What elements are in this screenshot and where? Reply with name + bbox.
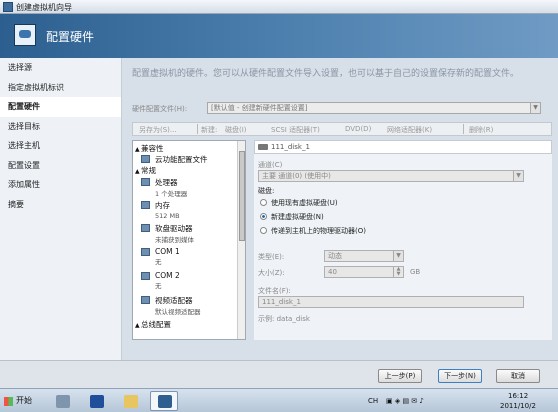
page-title: 配置硬件 xyxy=(46,30,95,44)
radio-create-new[interactable]: 新建虚拟硬盘(N) xyxy=(260,212,324,222)
tree-item-com1[interactable]: COM 1无 xyxy=(141,247,180,266)
toolbar-divider xyxy=(463,124,464,134)
start-button[interactable]: 开始 xyxy=(2,392,36,410)
profile-select[interactable]: [默认值 - 创建新硬件配置设置] ▼ xyxy=(207,102,541,114)
group-general[interactable]: ▲常规 xyxy=(135,165,156,176)
window-titlebar: 创建虚拟机向导 xyxy=(0,0,558,14)
tree-item-floppy[interactable]: 软盘驱动器 未捕获到媒体 xyxy=(141,223,194,244)
chevron-down-icon: ▼ xyxy=(530,103,540,113)
disk-name-header: 111_disk_1 xyxy=(254,140,552,154)
profile-label: 硬件配置文件(H): xyxy=(132,105,188,113)
next-button[interactable]: 下一步(N) xyxy=(438,369,482,383)
tray-icons[interactable]: ▣ ◈ ▤ ✉ ♪ xyxy=(386,397,424,405)
app-icon xyxy=(3,2,13,12)
wizard-footer: 上一步(P) 下一步(N) 取消 xyxy=(0,360,558,388)
filename-label: 文件名(F): xyxy=(258,287,291,295)
new-dvd-button[interactable]: DVD(D) xyxy=(345,125,371,133)
remove-button[interactable]: 删除(R) xyxy=(469,125,493,135)
server-manager-icon[interactable] xyxy=(48,391,76,411)
step-select-source[interactable]: 选择源 xyxy=(0,58,121,78)
filename-input[interactable]: 111_disk_1 xyxy=(258,296,524,308)
main-panel: 配置虚拟机的硬件。您可以从硬件配置文件导入设置，也可以基于自己的设置保存新的配置… xyxy=(122,58,558,360)
windows-logo-icon xyxy=(4,397,13,406)
tree-item-memory[interactable]: 内存 512 MB xyxy=(141,200,180,220)
type-select[interactable]: 动态 ▼ xyxy=(324,250,404,262)
taskbar: 开始 CH ▣ ◈ ▤ ✉ ♪ 16:12 2011/10/2 xyxy=(0,388,558,412)
type-label: 类型(E): xyxy=(258,253,285,261)
tree-item-com2[interactable]: COM 2无 xyxy=(141,271,180,290)
toolbar-divider xyxy=(197,124,198,134)
wizard-steps: 选择源 指定虚拟机标识 配置硬件 选择目标 选择主机 配置设置 添加属性 摘要 xyxy=(0,58,122,360)
new-disk-button[interactable]: 磁盘(I) xyxy=(225,125,247,135)
group-compatibility[interactable]: ▲兼容性 xyxy=(135,143,164,154)
step-configure-settings[interactable]: 配置设置 xyxy=(0,156,121,176)
hardware-icon xyxy=(14,24,36,46)
step-add-properties[interactable]: 添加属性 xyxy=(0,175,121,195)
disk-detail-panel: 111_disk_1 通道(C) 主要 通道(0) (使用中) ▼ 磁盘: 使用现… xyxy=(254,140,552,340)
filename-example: 示例: data_disk xyxy=(258,315,310,323)
vmm-console-icon[interactable] xyxy=(150,391,178,411)
tree-item-cloud-profile[interactable]: 云功能配置文件 xyxy=(141,154,208,165)
previous-button[interactable]: 上一步(P) xyxy=(378,369,422,383)
new-scsi-button[interactable]: SCSI 适配器(T) xyxy=(271,125,320,135)
new-nic-button[interactable]: 网络适配器(K) xyxy=(387,125,432,135)
radio-use-existing[interactable]: 使用现有虚拟硬盘(U) xyxy=(260,198,338,208)
clock-time[interactable]: 16:12 xyxy=(508,392,528,400)
explorer-icon[interactable] xyxy=(116,391,144,411)
profile-value: [默认值 - 创建新硬件配置设置] xyxy=(211,104,308,112)
channel-label: 通道(C) xyxy=(258,161,283,169)
tree-item-processor[interactable]: 处理器 1 个处理器 xyxy=(141,177,187,198)
save-as-button[interactable]: 另存为(S)... xyxy=(139,125,177,135)
language-indicator[interactable]: CH xyxy=(368,397,378,405)
intro-text: 配置虚拟机的硬件。您可以从硬件配置文件导入设置，也可以基于自己的设置保存新的配置… xyxy=(132,69,520,79)
channel-select[interactable]: 主要 通道(0) (使用中) ▼ xyxy=(258,170,524,182)
window-title: 创建虚拟机向导 xyxy=(16,3,72,12)
cancel-button[interactable]: 取消 xyxy=(496,369,540,383)
disk-label: 磁盘: xyxy=(258,187,275,195)
hardware-toolbar: 另存为(S)... 新建: 磁盘(I) SCSI 适配器(T) DVD(D) 网… xyxy=(132,122,552,136)
radio-pass-through[interactable]: 传递到主机上的物理驱动器(O) xyxy=(260,226,366,236)
scrollbar-thumb[interactable] xyxy=(239,151,245,241)
chevron-down-icon: ▼ xyxy=(513,171,523,181)
step-identity[interactable]: 指定虚拟机标识 xyxy=(0,78,121,98)
step-select-destination[interactable]: 选择目标 xyxy=(0,117,121,137)
disk-icon xyxy=(258,144,268,150)
step-select-host[interactable]: 选择主机 xyxy=(0,136,121,156)
size-label: 大小(Z): xyxy=(258,269,285,277)
wizard-header: 配置硬件 xyxy=(0,14,558,58)
tree-scrollbar[interactable] xyxy=(237,141,245,339)
group-bus-config[interactable]: ▲总线配置 xyxy=(135,319,171,330)
size-stepper[interactable]: 40 ▲ ▼ xyxy=(324,266,404,278)
chevron-down-icon: ▼ xyxy=(393,251,403,261)
tree-item-video-adapter[interactable]: 视频适配器 默认视频适配器 xyxy=(141,295,201,316)
system-tray: CH ▣ ◈ ▤ ✉ ♪ 16:12 2011/10/2 xyxy=(368,391,558,411)
powershell-icon[interactable] xyxy=(82,391,110,411)
step-configure-hardware[interactable]: 配置硬件 xyxy=(0,97,121,117)
step-summary[interactable]: 摘要 xyxy=(0,195,121,215)
stepper-arrows-icon[interactable]: ▲ ▼ xyxy=(393,267,403,277)
hardware-tree[interactable]: ▲兼容性 云功能配置文件 ▲常规 处理器 1 个处理器 内存 512 MB 软盘驱动… xyxy=(132,140,246,340)
new-label: 新建: xyxy=(201,126,218,134)
size-unit: GB xyxy=(410,268,421,276)
clock-date[interactable]: 2011/10/2 xyxy=(500,402,536,410)
